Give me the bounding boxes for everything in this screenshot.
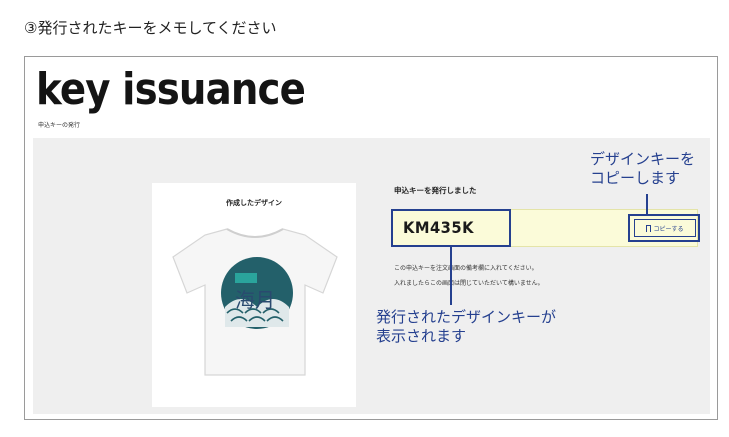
- key-callout-connector: [450, 247, 452, 305]
- key-callout-line1: 発行されたデザインキーが: [376, 308, 557, 326]
- instruction-line-2: 入れましたらこの画面は閉じていただいて構いません。: [394, 280, 544, 287]
- design-text: 海月: [235, 288, 275, 312]
- copy-callout-line1: デザインキーを: [590, 150, 696, 168]
- instruction-line-1: この申込キーを注文画面の備考欄に入れてください。: [394, 265, 538, 272]
- key-highlight-box: [391, 209, 511, 247]
- page-subheading: 申込キーの発行: [38, 122, 81, 129]
- panel-title: 申込キーを発行しました: [394, 186, 477, 195]
- key-callout-line2: 表示されます: [376, 327, 467, 345]
- tshirt-design-image: 海月: [172, 228, 338, 376]
- design-card-title: 作成したデザイン: [226, 199, 282, 207]
- copy-callout-connector: [646, 194, 648, 214]
- page-heading: key issuance: [36, 64, 306, 115]
- copy-callout-line2: コピーします: [590, 169, 681, 187]
- copy-callout: デザインキーを コピーします: [590, 150, 695, 188]
- copy-highlight-box: [628, 214, 700, 242]
- step-title: ③発行されたキーをメモしてください: [24, 19, 277, 37]
- key-callout: 発行されたデザインキーが 表示されます: [376, 308, 556, 346]
